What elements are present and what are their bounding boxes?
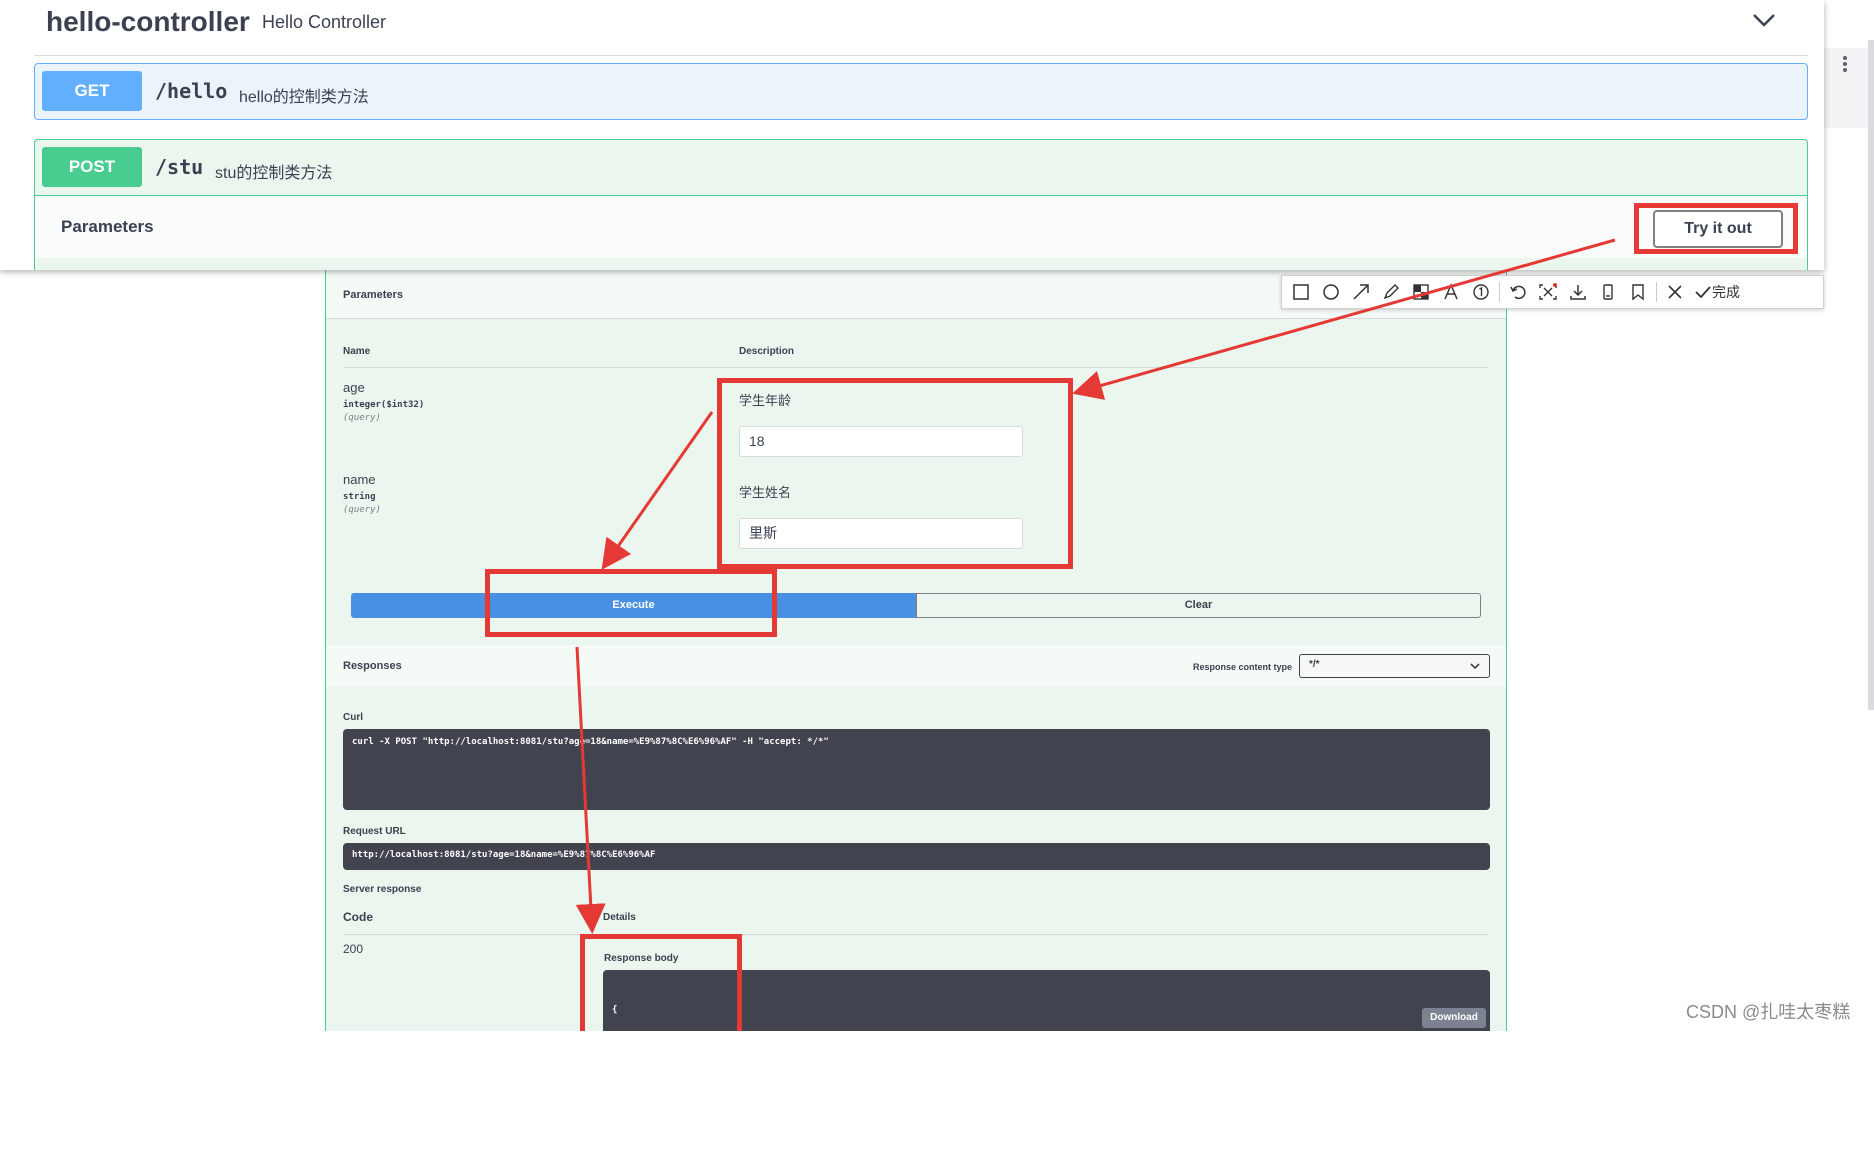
annotation-arrows: [575, 238, 1616, 934]
body-line: "age": 18: [612, 1083, 672, 1093]
body-line: }: [612, 1122, 618, 1132]
body-line: "name": "里斯",: [612, 1044, 701, 1054]
arrow-try-to-params: [1072, 238, 1616, 400]
csdn-watermark: CSDN @扎哇太枣糕: [1686, 1002, 1851, 1022]
arrow-params-to-execute: [601, 411, 714, 570]
arrow-execute-to-response: [575, 646, 606, 934]
